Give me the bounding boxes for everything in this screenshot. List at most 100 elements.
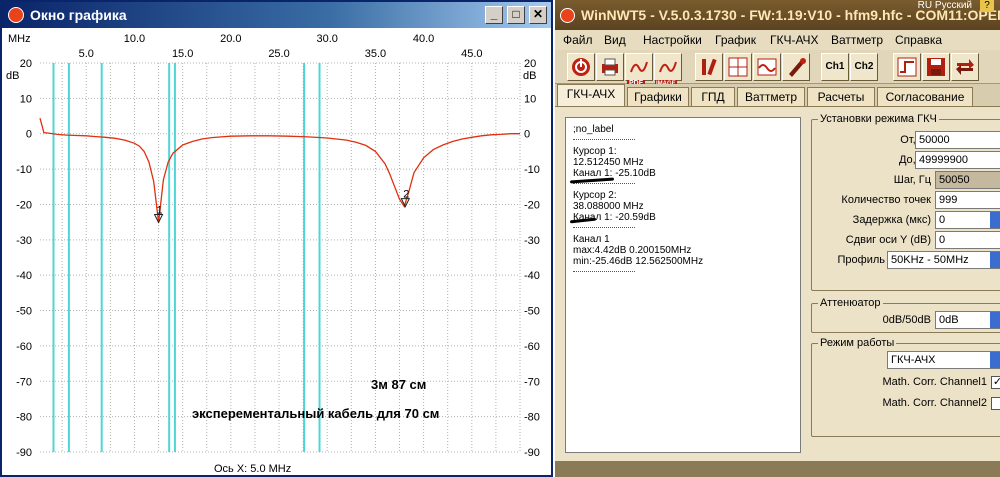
x-tick-label: 15.0 — [172, 48, 193, 60]
y-tick-label-left: -80 — [16, 412, 32, 424]
tab-wattmeter[interactable]: Ваттметр — [737, 87, 805, 106]
frequency-response-plot[interactable]: MHz 5.010.015.020.025.030.035.040.045.0 … — [2, 28, 551, 477]
channel1-max: max:4.42dB 0.200150MHz — [573, 245, 692, 256]
y-shift-label: Сдвиг оси Y (dB) — [845, 234, 931, 246]
attenuator-select[interactable]: 0dB — [935, 311, 1000, 329]
x-tick-label: 45.0 — [461, 48, 482, 60]
y-tick-label-left: -60 — [16, 341, 32, 353]
graph-window-titlebar[interactable]: Окно графика _ □ ✕ — [2, 2, 551, 28]
y-tick-label-right: 20 — [524, 58, 536, 70]
cursor2-title: Курсор 2: — [573, 190, 617, 201]
printer-icon[interactable] — [596, 53, 624, 81]
tools-icon[interactable] — [695, 53, 723, 81]
points-count-input[interactable]: 999 — [935, 191, 1000, 209]
menu-wattmeter[interactable]: Ваттметр — [831, 30, 883, 50]
profile-select[interactable]: 50KHz - 50MHz — [887, 251, 1000, 269]
delay-spinbox[interactable]: 0 — [935, 211, 1000, 229]
math-corr-ch1-label: Math. Corr. Channel1 — [882, 376, 987, 388]
cursor-marker-label: 1 — [156, 204, 162, 216]
menu-help[interactable]: Справка — [895, 30, 942, 50]
minimize-button[interactable]: _ — [485, 6, 503, 24]
menu-settings[interactable]: Настройки — [643, 30, 702, 50]
screen: Окно графика _ □ ✕ MHz 5.0 10.0 15.0 20.0 25… — [0, 0, 1000, 477]
y-tick-label-left: 0 — [26, 129, 32, 141]
y-tick-label-left: -20 — [16, 199, 32, 211]
toolbar: PDF IMAGE Ch1 Ch2 — [555, 50, 1000, 88]
status-strip — [555, 461, 1000, 477]
channel1-button[interactable]: Ch1 — [821, 53, 849, 81]
chevron-down-icon[interactable] — [990, 352, 1000, 368]
help-icon[interactable]: ? — [980, 0, 994, 12]
app-icon — [560, 8, 575, 23]
info-separator — [573, 271, 635, 272]
menu-view[interactable]: Вид — [604, 30, 626, 50]
cursor1-frequency: 12.512450 MHz — [573, 157, 644, 168]
tab-sweep[interactable]: ГКЧ-АЧХ — [557, 84, 625, 106]
chevron-down-icon[interactable] — [990, 312, 1000, 328]
cable-length-annotation: 3м 87 см — [371, 377, 426, 392]
x-tick-label: 40.0 — [413, 33, 434, 45]
step-icon[interactable] — [893, 53, 921, 81]
maximize-button[interactable]: □ — [507, 6, 525, 24]
tab-graphs[interactable]: Графики — [627, 87, 689, 106]
menu-file[interactable]: Файл — [563, 30, 593, 50]
x-tick-label: 25.0 — [268, 48, 289, 60]
sweep-tab-panel: ;no_label Курсор 1: 12.512450 MHz Канал … — [555, 106, 1000, 461]
menu-bar: Файл Вид Настройки График ГКЧ-АЧХ Ваттме… — [555, 30, 1000, 50]
y-shift-input[interactable]: 0 — [935, 231, 1000, 249]
x-tick-label: 35.0 — [365, 48, 386, 60]
info-separator — [573, 183, 635, 184]
channel2-button[interactable]: Ch2 — [850, 53, 878, 81]
cursor-icon[interactable] — [724, 53, 752, 81]
probe-icon[interactable] — [782, 53, 810, 81]
x-tick-label: 10.0 — [124, 33, 145, 45]
from-hz-label: От, Гц — [900, 134, 931, 146]
tab-matching[interactable]: Согласование — [877, 87, 973, 106]
x-axis-scale-label: Ось Х: 5.0 MHz — [214, 463, 291, 475]
sweep-icon[interactable] — [753, 53, 781, 81]
chevron-down-icon[interactable] — [990, 252, 1000, 268]
y-tick-label-left: 10 — [20, 93, 32, 105]
measurement-info-box[interactable]: ;no_label Курсор 1: 12.512450 MHz Канал … — [565, 117, 801, 453]
work-mode-select[interactable]: ГКЧ-АЧХ — [887, 351, 1000, 369]
step-hz-label: Шаг, Гц — [893, 174, 931, 186]
math-corr-ch2-checkbox[interactable] — [991, 397, 1000, 410]
graph-window-title: Окно графика — [30, 7, 127, 23]
to-hz-input[interactable]: 49999900 — [915, 151, 1000, 169]
profile-label: Профиль — [837, 254, 886, 266]
image-export-button[interactable]: IMAGE — [654, 53, 682, 88]
exchange-icon[interactable] — [951, 53, 979, 81]
y-tick-label-right: -50 — [524, 306, 540, 318]
cursor1-title: Курсор 1: — [573, 146, 617, 157]
y-tick-label-left: -50 — [16, 306, 32, 318]
cursor2-channel-value: Канал 1: -20.59dB — [573, 212, 656, 223]
close-button[interactable]: ✕ — [529, 6, 547, 24]
cursor-marker-label: 2 — [403, 189, 409, 201]
y-tick-label-left: -90 — [16, 447, 32, 459]
menu-graph[interactable]: График — [715, 30, 756, 50]
y-tick-label-right: -90 — [524, 447, 540, 459]
sweep-settings-legend: Установки режима ГКЧ — [820, 113, 937, 125]
points-count-label: Количество точек — [841, 194, 931, 206]
math-corr-ch1-checkbox[interactable]: ✓ — [991, 376, 1000, 389]
y-tick-label-left: -70 — [16, 376, 32, 388]
tab-vfo[interactable]: ГПД — [691, 87, 735, 106]
save-icon[interactable] — [922, 53, 950, 81]
y-tick-label-right: -10 — [524, 164, 540, 176]
from-hz-input[interactable]: 50000 — [915, 131, 1000, 149]
menu-sweep[interactable]: ГКЧ-АЧХ — [770, 30, 819, 50]
x-tick-label: 30.0 — [317, 33, 338, 45]
pdf-export-button[interactable]: PDF — [625, 53, 653, 88]
y-tick-label-left: -40 — [16, 270, 32, 282]
y-tick-label-left: -30 — [16, 235, 32, 247]
info-separator — [573, 227, 635, 228]
x-unit-label: MHz — [8, 33, 31, 45]
cursor2-frequency: 38.088000 MHz — [573, 201, 644, 212]
y-tick-label-right: -80 — [524, 412, 540, 424]
power-icon[interactable] — [567, 53, 595, 81]
language-indicator[interactable]: RU Русский — [918, 0, 972, 12]
app-icon — [8, 7, 24, 23]
spin-arrow-icon[interactable] — [990, 212, 1000, 228]
y-unit-left: dB — [6, 70, 19, 82]
tab-calculations[interactable]: Расчеты — [807, 87, 875, 106]
